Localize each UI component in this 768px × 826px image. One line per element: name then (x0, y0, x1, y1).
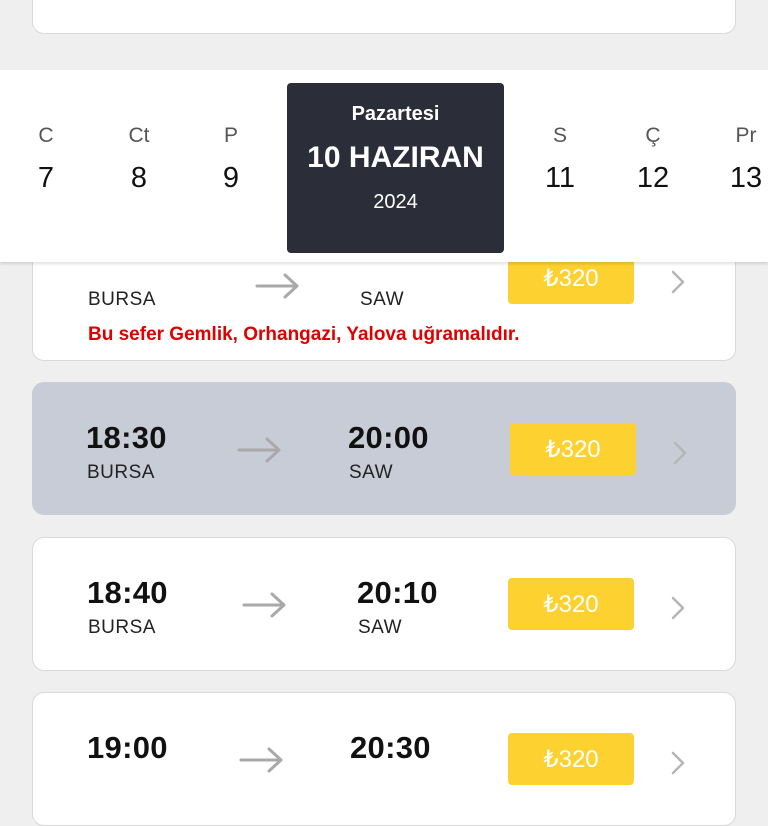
date-item-7[interactable]: C 7 (16, 70, 76, 262)
day-number: 13 (729, 162, 763, 194)
arrow-right-icon (237, 437, 281, 463)
day-number: 12 (636, 162, 670, 194)
date-item-11[interactable]: S 11 (530, 70, 590, 262)
arrow-right-icon (255, 273, 299, 299)
arrival-time: 20:10 (357, 575, 438, 610)
arrival-city: SAW (358, 617, 403, 638)
chevron-right-icon[interactable] (673, 441, 687, 465)
weekday-label: S (552, 124, 567, 147)
selected-weekday: Pazartesi (351, 103, 440, 125)
chevron-right-icon[interactable] (671, 751, 685, 775)
arrival-city: SAW (360, 289, 405, 310)
date-item-13[interactable]: Pr 13 (708, 70, 768, 262)
departure-city: BURSA (88, 617, 156, 638)
day-number: 11 (544, 162, 576, 194)
departure-city: BURSA (88, 289, 156, 310)
trip-card-1[interactable]: 18:30 BURSA 20:00 SAW ₺320 (32, 382, 736, 515)
date-item-12[interactable]: Ç 12 (623, 70, 683, 262)
departure-time: 18:40 (87, 575, 168, 610)
trip-card-2[interactable]: 18:40 BURSA 20:10 SAW ₺320 (32, 537, 736, 671)
chevron-right-icon[interactable] (671, 270, 685, 294)
day-number: 8 (130, 162, 148, 194)
arrow-right-icon (242, 592, 286, 618)
selected-year: 2024 (373, 191, 418, 213)
arrival-city: SAW (349, 462, 394, 483)
selected-day-month: 10 HAZIRAN (307, 141, 484, 174)
price-button[interactable]: ₺320 (510, 423, 636, 475)
trip-note: Bu sefer Gemlik, Orhangazi, Yalova uğram… (88, 324, 520, 345)
date-selector: C 7 Ct 8 P 9 Pazartesi 10 HAZIRAN 2024 S… (0, 70, 768, 262)
top-partial-card[interactable] (32, 0, 736, 34)
departure-time: 18:30 (86, 420, 167, 455)
date-item-8[interactable]: Ct 8 (109, 70, 169, 262)
chevron-right-icon[interactable] (671, 596, 685, 620)
weekday-label: P (223, 124, 238, 147)
price-button[interactable]: ₺320 (508, 733, 634, 785)
arrival-time: 20:00 (348, 420, 429, 455)
weekday-label: Pr (735, 124, 757, 147)
weekday-label: C (38, 124, 54, 147)
day-number: 7 (37, 162, 55, 194)
day-number: 9 (222, 162, 240, 194)
departure-time: 19:00 (87, 730, 168, 765)
arrow-right-icon (239, 747, 283, 773)
arrival-time: 20:30 (350, 730, 431, 765)
departure-city: BURSA (87, 462, 155, 483)
selected-date[interactable]: Pazartesi 10 HAZIRAN 2024 (287, 83, 504, 253)
weekday-label: Ct (128, 124, 150, 147)
date-item-9[interactable]: P 9 (201, 70, 261, 262)
price-button[interactable]: ₺320 (508, 578, 634, 630)
weekday-label: Ç (645, 124, 661, 147)
trip-card-3[interactable]: 19:00 20:30 ₺320 (32, 692, 736, 826)
